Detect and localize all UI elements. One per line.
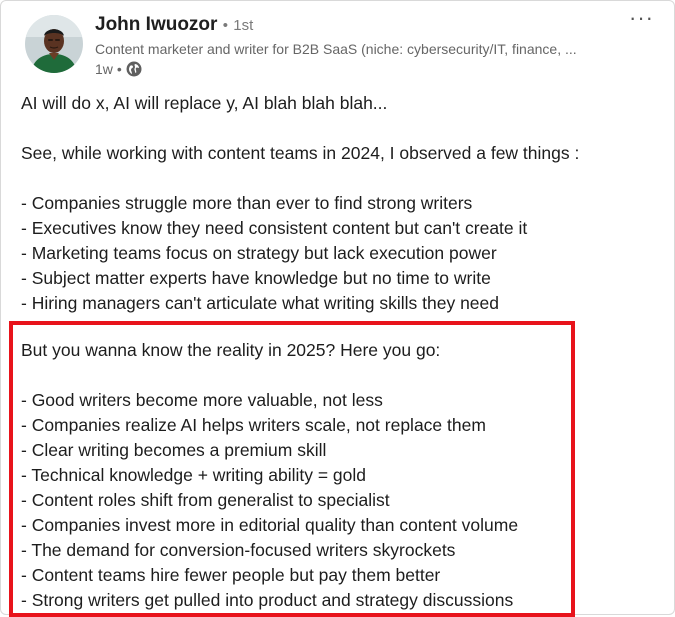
connection-degree: 1st [233,17,254,34]
highlighted-section: But you wanna know the reality in 2025? … [21,338,661,613]
author-headline: Content marketer and writer for B2B SaaS… [95,41,577,57]
post-line [21,363,661,388]
post-line: - Hiring managers can't articulate what … [21,293,499,313]
post-line: - Subject matter experts have knowledge … [21,268,491,288]
separator-dot: • [116,61,122,77]
post-body: AI will do x, AI will replace y, AI blah… [21,91,661,316]
post-line: - Good writers become more valuable, not… [21,390,383,410]
post-line: See, while working with content teams in… [21,143,580,163]
more-options-icon[interactable]: ··· [629,5,654,31]
separator-dot: • [222,17,228,34]
author-block: John Iwuozor • 1st Content marketer and … [95,13,615,79]
globe-icon [126,61,142,77]
post-card: John Iwuozor • 1st Content marketer and … [0,0,675,617]
post-line: - Technical knowledge + writing ability … [21,465,367,485]
post-line: - Strong writers get pulled into product… [21,590,514,610]
author-name[interactable]: John Iwuozor [95,14,217,35]
avatar-photo [25,15,83,73]
post-line: - Clear writing becomes a premium skill [21,440,327,460]
post-line: But you wanna know the reality in 2025? … [21,340,441,360]
post-line: AI will do x, AI will replace y, AI blah… [21,93,388,113]
post-time: 1w [95,61,113,77]
post-line: - Content teams hire fewer people but pa… [21,565,441,585]
avatar[interactable] [25,15,83,73]
post-line [21,116,661,141]
post-meta: 1w • [95,59,615,79]
post-line [21,166,661,191]
post-line: - The demand for conversion-focused writ… [21,540,456,560]
post-line: - Content roles shift from generalist to… [21,490,390,510]
post-line: - Companies realize AI helps writers sca… [21,415,486,435]
post-line: - Companies struggle more than ever to f… [21,193,473,213]
author-name-row: John Iwuozor • 1st [95,13,615,38]
post-line: - Marketing teams focus on strategy but … [21,243,497,263]
post-line: - Companies invest more in editorial qua… [21,515,519,535]
post-line: - Executives know they need consistent c… [21,218,528,238]
